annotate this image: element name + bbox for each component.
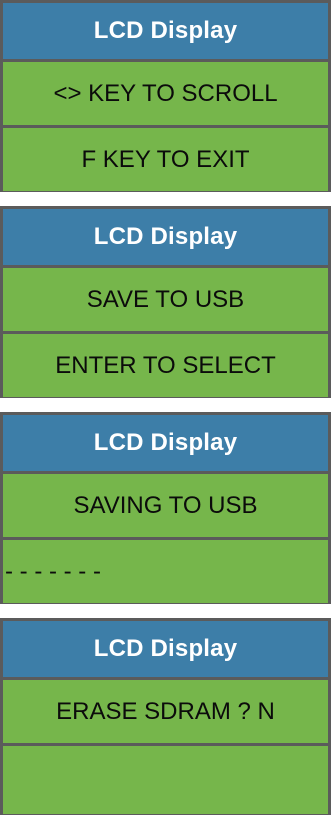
lcd-panel-inner: LCD Display <> KEY TO SCROLL F KEY TO EX… [3,3,328,191]
lcd-line-1: <> KEY TO SCROLL [3,62,328,125]
lcd-line-2-empty [3,746,328,814]
lcd-panel-inner: LCD Display SAVING TO USB - - - - - - - [3,415,328,603]
lcd-header: LCD Display [3,415,328,471]
lcd-line-1-text: SAVING TO USB [73,491,258,519]
lcd-line-2: F KEY TO EXIT [3,128,328,191]
lcd-line-2-text: F KEY TO EXIT [81,145,250,173]
lcd-progress-line: - - - - - - - [3,540,328,603]
lcd-header: LCD Display [3,209,328,265]
lcd-line-2: ENTER TO SELECT [3,334,328,397]
lcd-line-1: SAVING TO USB [3,474,328,537]
lcd-header-title: LCD Display [93,429,238,456]
lcd-line-1-text: SAVE TO USB [86,285,245,313]
lcd-line-2-text: ENTER TO SELECT [55,351,276,379]
lcd-panel-erase-sdram: LCD Display ERASE SDRAM ? N [0,618,331,815]
lcd-line-1: SAVE TO USB [3,268,328,331]
lcd-panel-inner: LCD Display SAVE TO USB ENTER TO SELECT [3,209,328,397]
lcd-line-1-text: ERASE SDRAM ? N [56,697,275,725]
lcd-progress-dashes: - - - - - - - [5,557,101,585]
lcd-line-1: ERASE SDRAM ? N [3,680,328,743]
lcd-line-1-text: <> KEY TO SCROLL [53,79,278,107]
lcd-header: LCD Display [3,3,328,59]
lcd-header-title: LCD Display [93,635,238,662]
lcd-panel-saving-to-usb: LCD Display SAVING TO USB - - - - - - - [0,412,331,604]
lcd-panel-save-to-usb: LCD Display SAVE TO USB ENTER TO SELECT [0,206,331,398]
lcd-panel-scroll-exit: LCD Display <> KEY TO SCROLL F KEY TO EX… [0,0,331,192]
lcd-header-title: LCD Display [93,223,238,250]
lcd-header-title: LCD Display [93,17,238,44]
lcd-panel-inner: LCD Display ERASE SDRAM ? N [3,621,328,814]
lcd-header: LCD Display [3,621,328,677]
